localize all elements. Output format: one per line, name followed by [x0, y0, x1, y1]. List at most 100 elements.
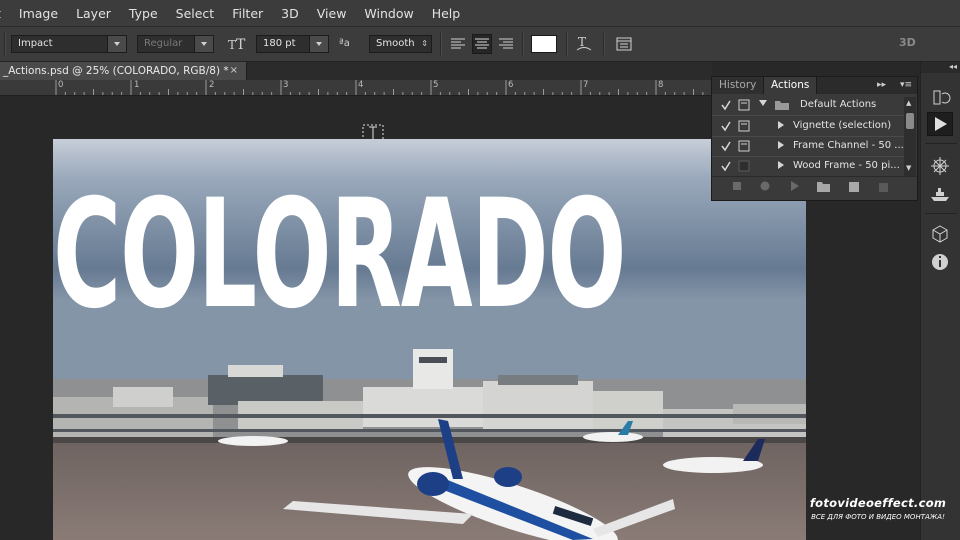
- chevron-down-icon: [309, 36, 328, 52]
- scroll-thumb[interactable]: [906, 113, 914, 129]
- font-size-select[interactable]: 180 pt: [256, 35, 329, 53]
- dialog-toggle-icon[interactable]: [738, 140, 750, 152]
- right-dock: ◂◂: [920, 62, 960, 540]
- svg-text:T: T: [236, 37, 246, 53]
- action-label: Vignette (selection): [793, 120, 892, 131]
- anti-alias-select[interactable]: Smooth ⇕: [369, 35, 432, 53]
- expand-icon[interactable]: [778, 141, 784, 149]
- ruler-label: 2: [209, 80, 215, 90]
- ruler-label: 3: [283, 80, 289, 90]
- dialog-toggle-icon[interactable]: [738, 160, 750, 172]
- dialog-toggle-icon[interactable]: [738, 120, 750, 132]
- expand-icon[interactable]: [778, 121, 784, 129]
- menu-filter[interactable]: Filter: [223, 6, 272, 21]
- 3d-cube-icon[interactable]: [927, 222, 953, 246]
- wheel-icon[interactable]: [927, 154, 953, 178]
- action-label: Frame Channel - 50 ...: [793, 140, 904, 151]
- menu-view[interactable]: View: [308, 6, 356, 21]
- new-action-icon: [849, 182, 859, 192]
- menu-bar: t Image Layer Type Select Filter 3D View…: [0, 0, 960, 27]
- list-item[interactable]: Frame Channel - 50 ...: [712, 136, 904, 156]
- ruler-label: 1: [134, 80, 140, 90]
- list-item[interactable]: Wood Frame - 50 pi...: [712, 156, 904, 176]
- history-icon[interactable]: [927, 86, 953, 110]
- panel-scrollbar[interactable]: ▲ ▼: [904, 97, 916, 176]
- chevron-down-icon: [107, 36, 126, 52]
- record-icon: [760, 181, 770, 191]
- tab-actions[interactable]: Actions: [763, 77, 818, 94]
- menu-3d[interactable]: 3D: [272, 6, 308, 21]
- 3d-mode-button[interactable]: 3D: [899, 36, 916, 49]
- svg-text:T: T: [578, 35, 586, 49]
- stepper-icon: ⇕: [421, 39, 428, 48]
- ship-icon[interactable]: [927, 182, 953, 206]
- anti-alias-icon: ªa: [339, 38, 350, 49]
- actions-panel: History Actions ▸▸ ▾≡ Default Actions Vi…: [711, 76, 918, 201]
- divider: [925, 143, 957, 144]
- panel-menu-icon[interactable]: ▾≡: [900, 80, 912, 90]
- menu-edit[interactable]: t: [0, 6, 10, 21]
- menu-image[interactable]: Image: [10, 6, 67, 21]
- font-style-value: Regular: [144, 38, 183, 49]
- dock-collapse-icon[interactable]: ◂◂: [921, 62, 960, 73]
- stop-icon: [733, 182, 741, 190]
- menu-help[interactable]: Help: [423, 6, 470, 21]
- watermark-tagline: ВСЕ ДЛЯ ФОТО И ВИДЕО МОНТАЖА!: [811, 513, 945, 521]
- collapse-icon[interactable]: ▸▸: [877, 80, 886, 90]
- menu-layer[interactable]: Layer: [67, 6, 120, 21]
- ruler-label: 5: [433, 80, 439, 90]
- action-label: Wood Frame - 50 pi...: [793, 160, 900, 171]
- watermark-site: fotovideoeffect.com: [809, 496, 947, 510]
- align-left-button[interactable]: [448, 34, 468, 54]
- text-color-swatch[interactable]: [531, 35, 557, 53]
- align-center-button[interactable]: [472, 34, 492, 54]
- separator: [603, 33, 605, 55]
- scroll-up-icon[interactable]: ▲: [906, 99, 911, 107]
- document-tab[interactable]: _Actions.psd @ 25% (COLORADO, RGB/8) * ×: [0, 62, 247, 80]
- anti-alias-value: Smooth: [376, 38, 415, 49]
- divider: [925, 213, 957, 214]
- menu-type[interactable]: Type: [120, 6, 167, 21]
- new-set-icon: [817, 182, 830, 192]
- actions-play-icon[interactable]: [927, 112, 953, 136]
- ruler-label: 0: [58, 80, 64, 90]
- font-family-value: Impact: [18, 38, 53, 49]
- trash-icon: [879, 183, 888, 192]
- info-icon[interactable]: [927, 250, 953, 274]
- align-right-button[interactable]: [496, 34, 516, 54]
- panel-footer: [712, 176, 917, 197]
- watermark: fotovideoeffect.com ВСЕ ДЛЯ ФОТО И ВИДЕО…: [803, 496, 953, 521]
- font-size-value: 180 pt: [263, 38, 296, 49]
- ruler-ticks: [55, 80, 704, 95]
- dialog-toggle-icon[interactable]: [738, 99, 750, 111]
- warp-text-button[interactable]: T: [574, 34, 594, 54]
- canvas-heading-text[interactable]: COLORADO: [53, 168, 626, 343]
- menu-window[interactable]: Window: [355, 6, 422, 21]
- check-icon[interactable]: [720, 159, 732, 173]
- horizontal-ruler: 0 1 2 3 4 5 6 7 8: [0, 80, 712, 96]
- document-tab-title: _Actions.psd @ 25% (COLORADO, RGB/8) *: [3, 65, 229, 77]
- close-icon[interactable]: ×: [230, 62, 238, 80]
- font-family-select[interactable]: Impact: [11, 35, 127, 53]
- play-icon: [791, 181, 799, 191]
- expand-icon[interactable]: [778, 161, 784, 169]
- expand-open-icon[interactable]: [759, 100, 767, 106]
- check-icon[interactable]: [720, 98, 732, 112]
- svg-text:T: T: [228, 38, 236, 52]
- list-item[interactable]: Default Actions: [712, 95, 904, 115]
- separator: [4, 33, 6, 55]
- ruler-label: 6: [508, 80, 514, 90]
- check-icon[interactable]: [720, 139, 732, 153]
- scroll-down-icon[interactable]: ▼: [906, 164, 911, 172]
- font-style-select[interactable]: Regular: [137, 35, 214, 53]
- separator: [566, 33, 568, 55]
- document-tab-bar: _Actions.psd @ 25% (COLORADO, RGB/8) * ×: [0, 62, 712, 80]
- font-size-icon: TT: [227, 34, 247, 54]
- tab-history[interactable]: History: [712, 77, 764, 94]
- check-icon[interactable]: [720, 119, 732, 133]
- menu-select[interactable]: Select: [167, 6, 224, 21]
- list-item[interactable]: Vignette (selection): [712, 116, 904, 136]
- character-panel-button[interactable]: [614, 34, 634, 54]
- options-bar: Impact Regular TT 180 pt ªa Smooth ⇕ T 3…: [0, 27, 960, 62]
- swatch-fill: [532, 36, 556, 52]
